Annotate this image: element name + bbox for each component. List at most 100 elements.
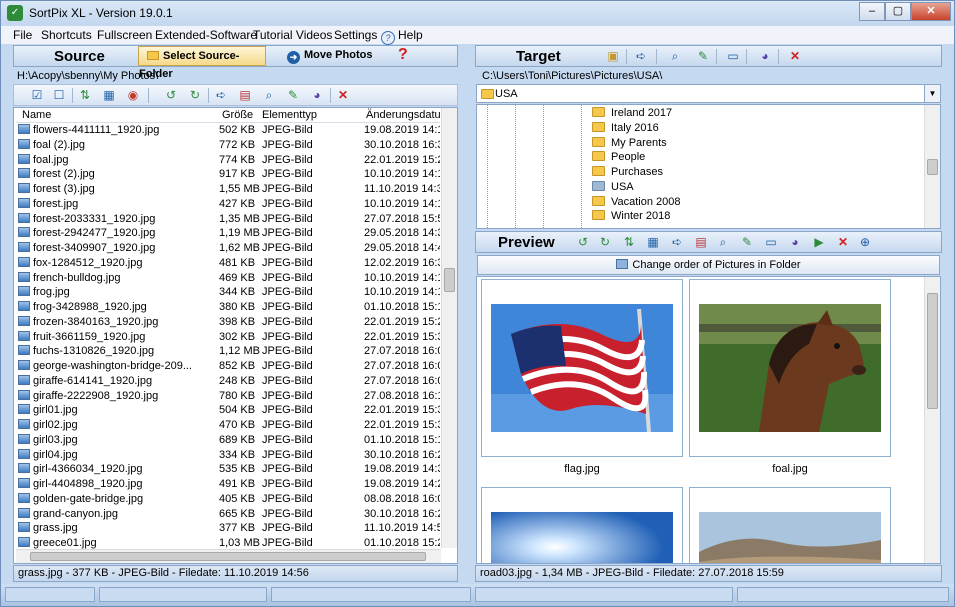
target-screen-icon[interactable]: ▭ [724,48,742,64]
preview-sort-icon[interactable]: ⇅ [620,234,638,250]
table-row[interactable]: fruit-3661159_1920.jpg 302 KB JPEG-Bild 22.… [16,330,440,345]
preview-zoom-icon[interactable]: ⊕ [856,234,874,250]
file-list-scrollbar[interactable] [441,108,457,548]
tree-scrollbar[interactable] [924,105,940,228]
target-color-icon[interactable]: ◕ [756,48,774,64]
tree-scrollbar-thumb[interactable] [927,159,938,175]
table-row[interactable]: fox-1284512_1920.jpg 481 KB JPEG-Bild 12.02… [16,256,440,271]
change-order-button[interactable]: Change order of Pictures in Folder [477,255,940,275]
table-row[interactable]: frog.jpg 344 KB JPEG-Bild 10.10.2019 14:13 [16,285,440,300]
menu-extended-software[interactable]: Extended-Software [155,28,257,42]
menu-tutorial-videos[interactable]: Tutorial Videos [253,28,332,42]
tree-folder-people[interactable]: People [592,151,645,163]
table-row[interactable]: forest-2033331_1920.jpg 1,35 MB JPEG-Bild 2… [16,212,440,227]
target-edit-icon[interactable]: ✎ [694,48,712,64]
sort-icon[interactable]: ⇅ [76,87,94,103]
table-row[interactable]: foal.jpg 774 KB JPEG-Bild 22.01.2019 15:26 [16,153,440,168]
col-type[interactable]: Elementtyp [262,109,317,121]
preview-rotate-right-icon[interactable]: ↻ [596,234,614,250]
table-row[interactable]: girl02.jpg 470 KB JPEG-Bild 22.01.2019 15:3… [16,418,440,433]
table-row[interactable]: giraffe-2222908_1920.jpg 780 KB JPEG-Bild 2… [16,389,440,404]
file-list-hscrollbar[interactable] [16,549,441,563]
table-row[interactable]: girl04.jpg 334 KB JPEG-Bild 30.10.2018 16:2… [16,448,440,463]
menu-file[interactable]: File [13,28,32,42]
preview-grid-icon[interactable]: ▦ [644,234,662,250]
table-row[interactable]: forest-2942477_1920.jpg 1,19 MB JPEG-Bild 2… [16,226,440,241]
table-row[interactable]: golden-gate-bridge.jpg 405 KB JPEG-Bild 08.… [16,492,440,507]
color-icon[interactable]: ◕ [308,87,326,103]
details-view-icon[interactable]: ▦ [100,87,118,103]
thumbnail-card[interactable] [481,487,683,563]
menu-shortcuts[interactable]: Shortcuts [41,28,92,42]
table-row[interactable]: french-bulldog.jpg 469 KB JPEG-Bild 10.10.2… [16,271,440,286]
chevron-down-icon[interactable]: ▼ [924,85,940,102]
move-photos-button[interactable]: ➜ Move Photos [287,46,385,66]
preview-properties-icon[interactable]: ▤ [692,234,710,250]
preview-scrollbar-thumb[interactable] [927,293,938,409]
move-icon[interactable]: ➪ [212,87,230,103]
table-row[interactable]: grand-canyon.jpg 665 KB JPEG-Bild 30.10.201… [16,507,440,522]
tree-folder-purchases[interactable]: Purchases [592,166,663,178]
table-row[interactable]: frog-3428988_1920.jpg 380 KB JPEG-Bild 01.1… [16,300,440,315]
rotate-right-icon[interactable]: ↻ [186,87,204,103]
preview-scrollbar[interactable] [924,277,940,563]
thumbnail-card[interactable]: foal.jpg [689,279,891,475]
table-row[interactable]: fuchs-1310826_1920.jpg 1,12 MB JPEG-Bild 27… [16,344,440,359]
preview-edit-icon[interactable]: ✎ [738,234,756,250]
col-size[interactable]: Größe [222,109,253,121]
table-row[interactable]: forest-3409907_1920.jpg 1,62 MB JPEG-Bild 2… [16,241,440,256]
table-row[interactable]: giraffe-614141_1920.jpg 248 KB JPEG-Bild 27… [16,374,440,389]
select-source-folder-button[interactable]: Select Source-Folder [138,46,266,80]
table-row[interactable]: george-washington-bridge-209... 852 KB JPE… [16,359,440,374]
uncheck-all-icon[interactable]: ☐ [50,87,68,103]
tree-folder-ireland-2017[interactable]: Ireland 2017 [592,107,672,119]
filter-icon[interactable]: ◉ [124,87,142,103]
preview-color-icon[interactable]: ◕ [786,234,804,250]
scrollbar-thumb[interactable] [444,268,455,292]
preview-slideshow-icon[interactable]: ▶ [810,234,828,250]
tree-folder-usa[interactable]: USA [592,180,634,193]
tree-folder-winter-2018[interactable]: Winter 2018 [592,210,670,222]
check-all-icon[interactable]: ☑ [28,87,46,103]
close-button[interactable]: ✕ [911,2,951,21]
search-icon[interactable]: ⌕ [260,87,278,103]
tree-folder-my-parents[interactable]: My Parents [592,136,667,149]
target-folder-combo[interactable]: USA ▼ [476,84,941,103]
move-to-icon[interactable]: ➪ [632,48,650,64]
col-date[interactable]: Änderungsdatum [366,109,450,121]
table-row[interactable]: girl03.jpg 689 KB JPEG-Bild 01.10.2018 15:1… [16,433,440,448]
delete-icon[interactable]: ✕ [334,87,352,103]
target-search-icon[interactable]: ⌕ [666,48,684,64]
thumbnail-card[interactable] [689,487,891,563]
rotate-left-icon[interactable]: ↺ [162,87,180,103]
hscrollbar-thumb[interactable] [30,552,426,561]
table-row[interactable]: forest.jpg 427 KB JPEG-Bild 10.10.2019 14:1… [16,197,440,212]
preview-search-icon[interactable]: ⌕ [714,234,732,250]
properties-icon[interactable]: ▤ [236,87,254,103]
table-row[interactable]: flowers-4411111_1920.jpg 502 KB JPEG-Bild 1… [16,123,440,138]
table-row[interactable]: foal (2).jpg 772 KB JPEG-Bild 30.10.2018 16… [16,138,440,153]
preview-delete-icon[interactable]: ✕ [834,234,852,250]
menu-fullscreen[interactable]: Fullscreen [97,28,152,42]
col-name[interactable]: Name [22,109,51,121]
preview-move-icon[interactable]: ➪ [668,234,686,250]
new-folder-icon[interactable]: ▣ [604,48,622,64]
table-row[interactable]: forest (2).jpg 917 KB JPEG-Bild 10.10.2019 … [16,167,440,182]
table-row[interactable]: girl01.jpg 504 KB JPEG-Bild 22.01.2019 15:3… [16,403,440,418]
maximize-button[interactable]: ▢ [885,2,911,21]
table-row[interactable]: grass.jpg 377 KB JPEG-Bild 11.10.2019 14:56 [16,521,440,536]
table-row[interactable]: forest (3).jpg 1,55 MB JPEG-Bild 11.10.2019… [16,182,440,197]
help-question-icon[interactable]: ? [398,46,408,64]
menu-settings[interactable]: Settings [334,28,377,42]
table-row[interactable]: girl-4366034_1920.jpg 535 KB JPEG-Bild 19.0… [16,462,440,477]
minimize-button[interactable]: – [859,2,885,21]
target-delete-icon[interactable]: ✕ [786,48,804,64]
preview-rotate-left-icon[interactable]: ↺ [574,234,592,250]
edit-icon[interactable]: ✎ [284,87,302,103]
table-row[interactable]: girl-4404898_1920.jpg 491 KB JPEG-Bild 19.0… [16,477,440,492]
tree-folder-italy-2016[interactable]: Italy 2016 [592,121,659,134]
tree-folder-vacation-2008[interactable]: Vacation 2008 [592,195,681,208]
thumbnail-card[interactable]: flag.jpg [481,279,683,475]
preview-screen-icon[interactable]: ▭ [762,234,780,250]
table-row[interactable]: frozen-3840163_1920.jpg 398 KB JPEG-Bild 22… [16,315,440,330]
